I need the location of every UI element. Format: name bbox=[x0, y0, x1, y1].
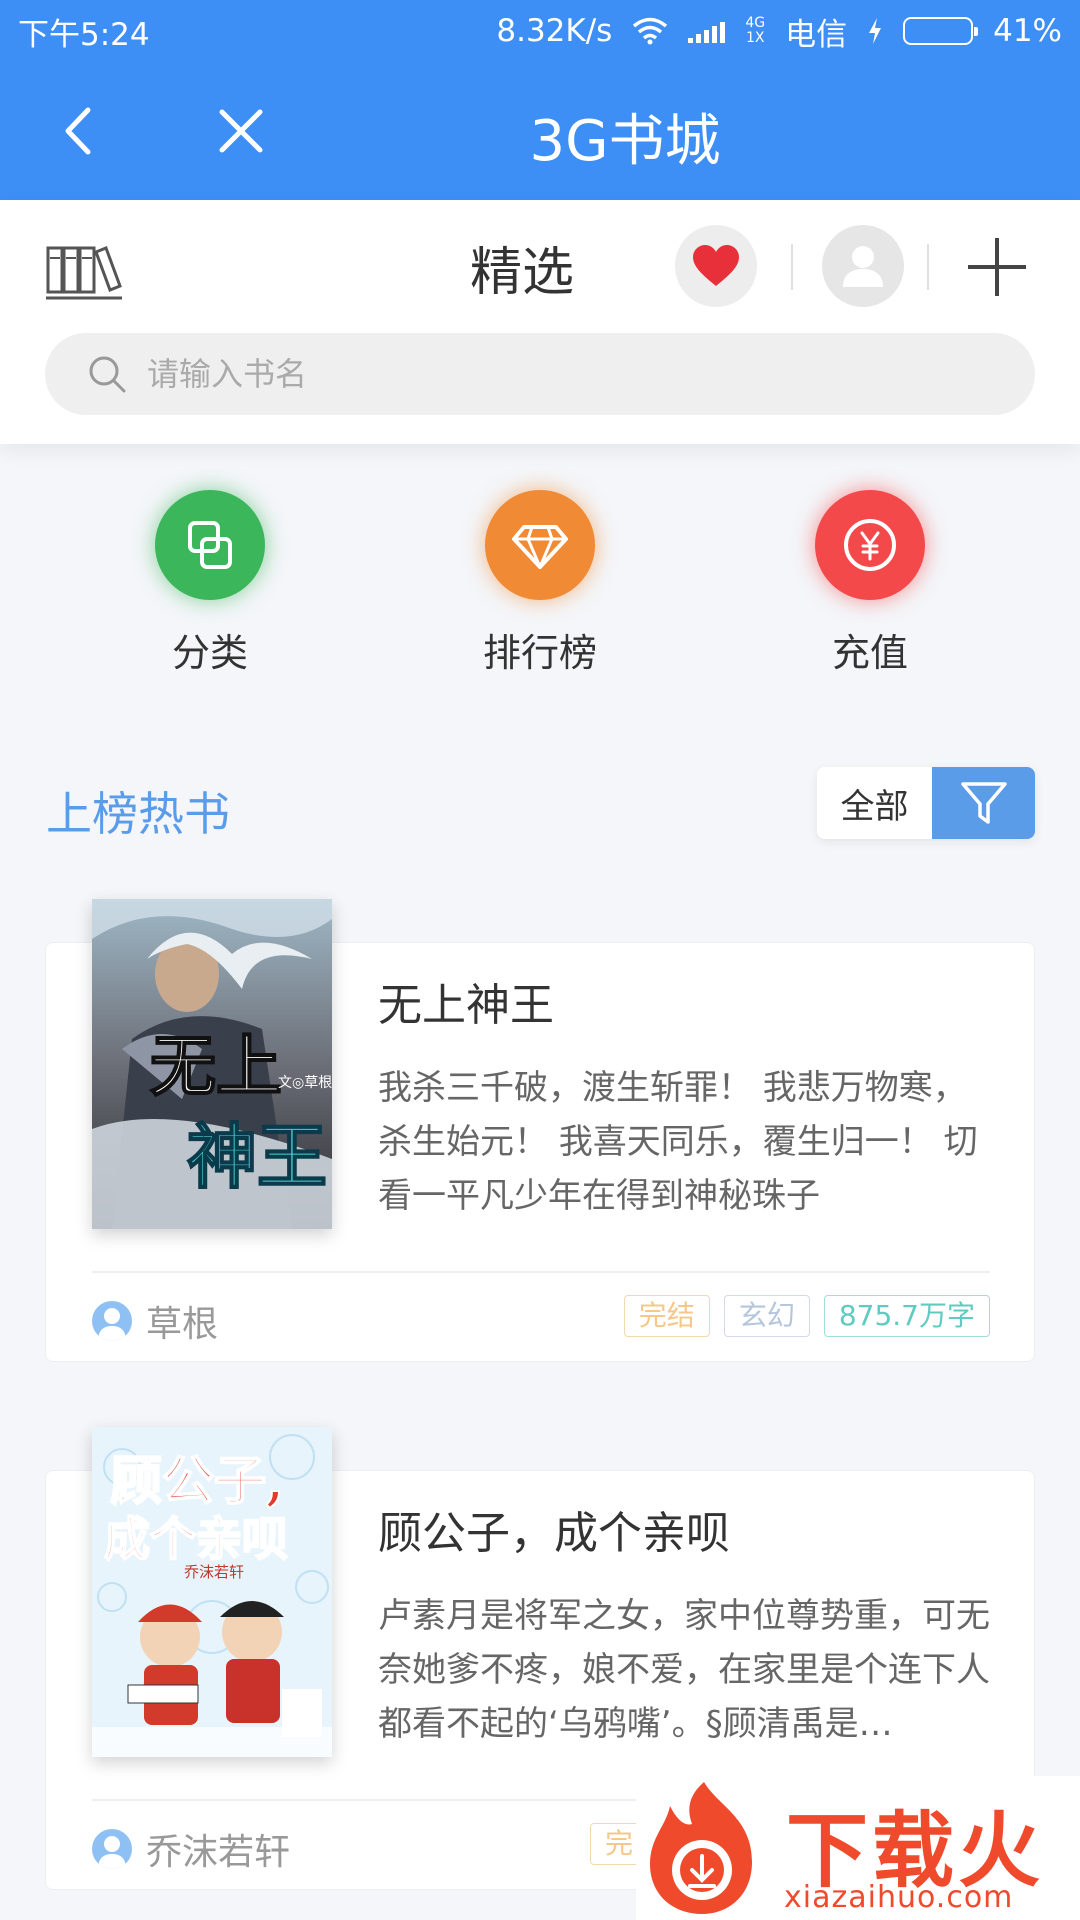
flame-logo-icon bbox=[650, 1782, 752, 1914]
battery-percent: 41% bbox=[993, 13, 1062, 49]
battery-icon bbox=[903, 17, 979, 45]
author-name: 草根 bbox=[146, 1304, 219, 1345]
watermark-url: xiazaihuo.com bbox=[784, 1880, 1014, 1915]
book-card[interactable]: 无上 神王 文◎草根 无上神王 我杀三千破，渡生斩罪！ 我悲万物寒，杀生始元！ … bbox=[45, 899, 1035, 1362]
recharge-label: 充值 bbox=[831, 631, 908, 675]
ranking-entry[interactable]: 排行榜 bbox=[430, 490, 650, 677]
header-divider bbox=[927, 244, 929, 290]
category-entry[interactable]: 分类 bbox=[100, 490, 320, 677]
title-bar: 3G书城 bbox=[0, 62, 1080, 200]
yuan-coin-icon bbox=[844, 519, 896, 571]
cover-author-mark: 乔沫若轩 bbox=[184, 1563, 244, 1581]
cover-author-mark: 文◎草根 bbox=[278, 1075, 332, 1091]
signal-icon bbox=[688, 19, 726, 43]
recharge-entry[interactable]: 充值 bbox=[760, 490, 980, 677]
wifi-icon bbox=[633, 17, 668, 45]
book-title[interactable]: 无上神王 bbox=[378, 969, 554, 1033]
status-indicators: 8.32K/s 4G 1X 电信 41% bbox=[496, 9, 1062, 54]
status-badge: 完结 bbox=[623, 1295, 710, 1337]
search-bar[interactable] bbox=[45, 333, 1035, 415]
charging-icon bbox=[869, 18, 882, 44]
book-author: 草根 bbox=[92, 1295, 218, 1347]
ranking-label: 排行榜 bbox=[482, 631, 597, 675]
bookshelf-icon[interactable] bbox=[44, 240, 124, 304]
cover-title-1: 无上 bbox=[150, 1027, 282, 1105]
favorites-button[interactable] bbox=[675, 225, 757, 307]
store-header: 精选 bbox=[0, 200, 1080, 444]
category-icon bbox=[155, 490, 265, 600]
author-name: 乔沫若轩 bbox=[146, 1832, 291, 1873]
word-count-badge: 875.7万字 bbox=[823, 1295, 990, 1337]
search-icon bbox=[89, 356, 126, 393]
genre-badge: 玄幻 bbox=[723, 1295, 810, 1337]
user-avatar-button[interactable] bbox=[822, 225, 904, 307]
status-bar: 下午5:24 8.32K/s 4G 1X 电信 41% bbox=[0, 0, 1080, 62]
plus-icon[interactable] bbox=[962, 232, 1032, 302]
filter-all-label[interactable]: 全部 bbox=[817, 767, 932, 839]
filter-control[interactable]: 全部 bbox=[817, 767, 1035, 839]
filter-button[interactable] bbox=[932, 767, 1035, 839]
recharge-icon bbox=[815, 490, 925, 600]
watermark-logo: 下载火 xiazaihuo.com bbox=[636, 1776, 1080, 1920]
card-divider bbox=[92, 1271, 990, 1273]
book-author: 乔沫若轩 bbox=[92, 1823, 290, 1875]
page-title: 3G书城 bbox=[529, 109, 721, 174]
ranking-icon bbox=[485, 490, 595, 600]
carrier-label: 电信 bbox=[785, 16, 848, 53]
cover-title-1: 顾公子, bbox=[110, 1451, 284, 1512]
copy-icon bbox=[188, 521, 232, 569]
status-time: 下午5:24 bbox=[18, 16, 150, 53]
book-description: 我杀三千破，渡生斩罪！ 我悲万物寒，杀生始元！ 我喜天同乐，覆生归一！ 切看一平… bbox=[378, 1068, 978, 1216]
category-label: 分类 bbox=[171, 631, 248, 675]
tab-featured[interactable]: 精选 bbox=[470, 230, 574, 305]
network-speed: 8.32K/s bbox=[496, 13, 613, 49]
book-title[interactable]: 顾公子，成个亲呗 bbox=[378, 1497, 730, 1561]
user-icon bbox=[843, 246, 883, 287]
cover-title-2: 神王 bbox=[187, 1115, 327, 1198]
network-type: 4G 1X bbox=[745, 15, 766, 46]
book-cover[interactable]: 顾公子, 成个亲呗 乔沫若轩 bbox=[92, 1427, 332, 1757]
author-avatar-icon bbox=[92, 1301, 132, 1341]
section-title: 上榜热书 bbox=[46, 787, 230, 841]
book-description: 卢素月是将军之女，家中位尊势重，可无奈她爹不疼，娘不爱，在家里是个连下人都看不起… bbox=[378, 1596, 990, 1744]
header-divider bbox=[791, 244, 793, 290]
search-input[interactable] bbox=[147, 355, 947, 393]
author-avatar-icon bbox=[92, 1829, 132, 1869]
cover-title-2: 成个亲呗 bbox=[104, 1512, 288, 1566]
quick-entry-row: 分类 排行榜 充值 bbox=[0, 490, 1080, 680]
filter-icon bbox=[960, 782, 1007, 824]
book-cover[interactable]: 无上 神王 文◎草根 bbox=[92, 899, 332, 1229]
heart-icon bbox=[693, 245, 739, 286]
diamond-icon bbox=[512, 525, 568, 569]
book-tags: 完结 玄幻 875.7万字 bbox=[623, 1295, 990, 1337]
